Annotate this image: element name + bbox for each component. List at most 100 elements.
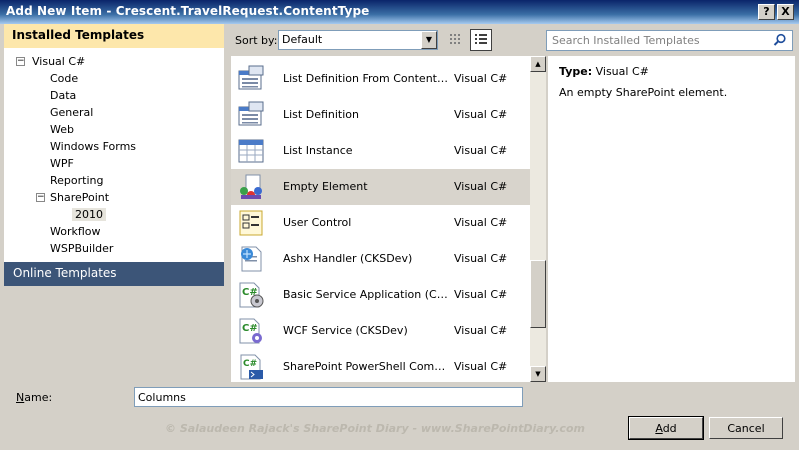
template-language: Visual C# [454,180,508,193]
tree-item-label: Reporting [50,174,104,187]
template-name: List Definition From Content Type [283,72,451,85]
template-name: Empty Element [283,180,368,193]
svg-text:C#: C# [243,359,257,369]
template-language: Visual C# [454,108,508,121]
tree-item[interactable]: − Visual C# [4,54,224,71]
collapse-toggle-icon[interactable]: − [16,57,25,66]
empty-element-icon [237,173,265,201]
csharp-wcf-icon: C# [237,317,265,345]
template-name: List Instance [283,144,353,157]
category-tree: − Visual C# Code Data General Web Windows Form… [4,54,224,258]
scroll-down-icon[interactable]: ▼ [530,366,546,382]
tree-item-label: Code [50,72,79,85]
template-categories-pane: Installed Templates − Visual C# Code Data Ge… [4,24,224,286]
template-list-scrollbar[interactable]: ▲ ▼ [530,56,546,382]
template-language: Visual C# [454,252,508,265]
search-placeholder: Search Installed Templates [552,34,700,47]
template-language: Visual C# [454,72,508,85]
sort-by-value: Default [282,33,323,46]
svg-text:C#: C# [242,323,258,334]
tree-item-label: Visual C# [32,55,86,68]
tree-item[interactable]: Code [4,71,224,88]
list-instance-icon [237,137,265,165]
list-definition-icon [237,65,265,93]
template-name: WCF Service (CKSDev) [283,324,408,337]
title-bar: Add New Item - Crescent.TravelRequest.Co… [0,0,799,24]
template-name: List Definition [283,108,359,121]
close-button[interactable]: X [777,4,794,20]
add-mnemonic: A [655,422,663,435]
template-row[interactable]: Empty Element Visual C# [231,169,530,205]
tree-item-label: Data [50,89,77,102]
tree-item[interactable]: Web [4,122,224,139]
help-button[interactable]: ? [758,4,775,20]
template-name: User Control [283,216,352,229]
tree-item-label: WPF [50,157,74,170]
add-label-rest: dd [662,422,677,435]
description-text: An empty SharePoint element. [559,86,728,99]
template-name: Ashx Handler (CKSDev) [283,252,413,265]
template-language: Visual C# [454,288,508,301]
template-language: Visual C# [454,144,508,157]
tree-item[interactable]: WSPBuilder [4,241,224,258]
small-icons-icon [450,34,460,44]
ashx-handler-icon [237,245,265,273]
template-name: Basic Service Application (CKSDev) [283,288,451,301]
tree-item[interactable]: Workflow [4,224,224,241]
template-language: Visual C# [454,360,508,373]
tree-item[interactable]: Reporting [4,173,224,190]
cancel-button[interactable]: Cancel [709,417,783,439]
tree-item-label: WSPBuilder [50,242,114,255]
name-label-mnemonic: N [16,391,25,404]
template-row[interactable]: C# WCF Service (CKSDev) Visual C# [231,313,530,349]
scroll-up-icon[interactable]: ▲ [530,56,546,72]
tree-item-label: General [50,106,94,119]
tree-item[interactable]: WPF [4,156,224,173]
powershell-icon: C# [237,353,265,381]
template-row[interactable]: User Control Visual C# [231,205,530,241]
name-label: Name: [16,391,52,404]
tree-item-label: SharePoint [50,191,110,204]
template-language: Visual C# [454,324,508,337]
tree-item[interactable]: General [4,105,224,122]
online-templates-header[interactable]: Online Templates [4,262,224,286]
scroll-thumb[interactable] [530,260,546,328]
template-language: Visual C# [454,216,508,229]
template-row[interactable]: List Definition From Content Type Visual … [231,61,530,97]
tree-item[interactable]: Data [4,88,224,105]
installed-templates-header[interactable]: Installed Templates [4,24,224,48]
template-row[interactable]: C# SharePoint PowerShell CommandLetVisual… [231,349,530,385]
details-view-button[interactable] [470,29,492,51]
tree-item[interactable]: 2010 [4,207,224,224]
template-list: List Definition From Content Type Visual … [231,56,546,382]
name-input[interactable]: Columns [134,387,523,407]
user-control-icon [237,209,265,237]
csharp-service-icon: C# [237,281,265,309]
tree-item[interactable]: − SharePoint [4,190,224,207]
tree-item-label: Web [50,123,74,136]
dropdown-arrow-icon[interactable]: ▼ [421,31,437,49]
template-row[interactable]: List Definition Visual C# [231,97,530,133]
template-row[interactable]: C# Basic Service Application (CKSDev)Visu… [231,277,530,313]
list-definition-icon [237,101,265,129]
search-templates-input[interactable]: Search Installed Templates [546,30,793,51]
template-row[interactable]: List Instance Visual C# [231,133,530,169]
template-name: SharePoint PowerShell CommandLet [283,360,451,373]
small-icons-view-button[interactable] [445,29,467,51]
sort-by-label: Sort by: [235,34,278,47]
sort-by-select[interactable]: Default ▼ [278,30,438,50]
collapse-toggle-icon[interactable]: − [36,193,45,202]
add-button[interactable]: Add [628,416,704,440]
tree-item-label: Windows Forms [50,140,137,153]
tree-item[interactable]: Windows Forms [4,139,224,156]
template-description-pane: Type: Visual C# An empty SharePoint elem… [548,56,795,382]
template-row[interactable]: Ashx Handler (CKSDev) Visual C# [231,241,530,277]
tree-item-label: Workflow [50,225,101,238]
window-title: Add New Item - Crescent.TravelRequest.Co… [6,4,370,18]
search-icon [773,33,786,46]
name-label-rest: ame: [24,391,53,404]
details-list-icon [475,34,487,44]
tree-item-label: 2010 [72,208,106,221]
type-label: Type: [559,65,593,78]
type-value: Visual C# [595,65,649,78]
